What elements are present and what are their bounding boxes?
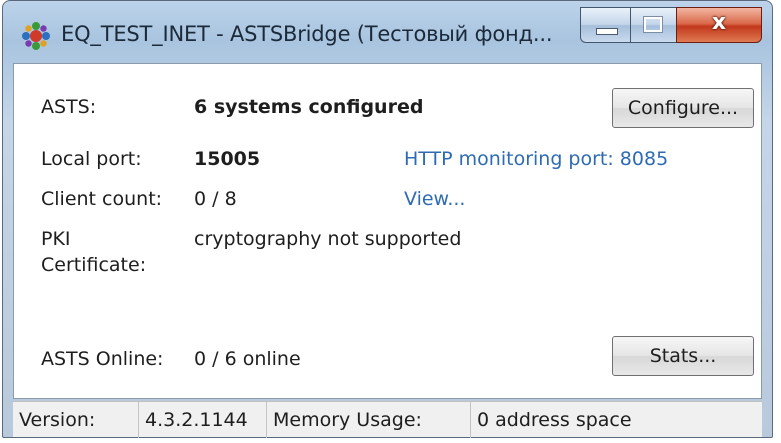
close-icon: x	[711, 10, 727, 35]
pki-label-line2: Certificate:	[41, 254, 147, 276]
minimize-icon	[596, 28, 618, 35]
minimize-button[interactable]	[580, 7, 630, 43]
asts-label: ASTS:	[41, 96, 97, 118]
asts-value: 6 systems configured	[194, 96, 424, 118]
desktop: EQ_TEST_INET - ASTSBridge (Тестовый фонд…	[0, 0, 781, 443]
asts-bridge-app-icon	[22, 22, 50, 50]
window-title: EQ_TEST_INET - ASTSBridge (Тестовый фонд…	[61, 22, 551, 46]
asts-bridge-window: EQ_TEST_INET - ASTSBridge (Тестовый фонд…	[2, 0, 773, 438]
status-bar: Version: 4.3.2.1144 Memory Usage: 0 addr…	[13, 401, 762, 438]
status-version-label: Version:	[13, 402, 139, 438]
http-monitoring-port-link[interactable]: HTTP monitoring port: 8085	[404, 148, 668, 170]
view-clients-link[interactable]: View...	[404, 188, 465, 210]
main-panel: ASTS: 6 systems configured Configure... …	[13, 63, 762, 399]
pki-certificate-value: cryptography not supported	[194, 228, 462, 250]
pki-label-line1: PKI	[41, 228, 71, 250]
stats-button[interactable]: Stats...	[612, 336, 754, 376]
client-count-value: 0 / 8	[194, 188, 237, 210]
maximize-button[interactable]	[630, 7, 676, 43]
status-memory-label: Memory Usage:	[267, 402, 471, 438]
maximize-icon	[643, 16, 663, 33]
title-bar[interactable]: EQ_TEST_INET - ASTSBridge (Тестовый фонд…	[3, 1, 772, 63]
window-controls: x	[580, 7, 762, 45]
asts-online-value: 0 / 6 online	[194, 348, 301, 370]
client-count-label: Client count:	[41, 188, 163, 210]
asts-online-label: ASTS Online:	[41, 348, 164, 370]
local-port-label: Local port:	[41, 148, 142, 170]
status-memory-value: 0 address space	[477, 409, 632, 431]
close-button[interactable]: x	[676, 7, 762, 43]
local-port-value: 15005	[194, 148, 261, 170]
status-version-value: 4.3.2.1144	[139, 402, 267, 438]
configure-button[interactable]: Configure...	[612, 88, 754, 128]
